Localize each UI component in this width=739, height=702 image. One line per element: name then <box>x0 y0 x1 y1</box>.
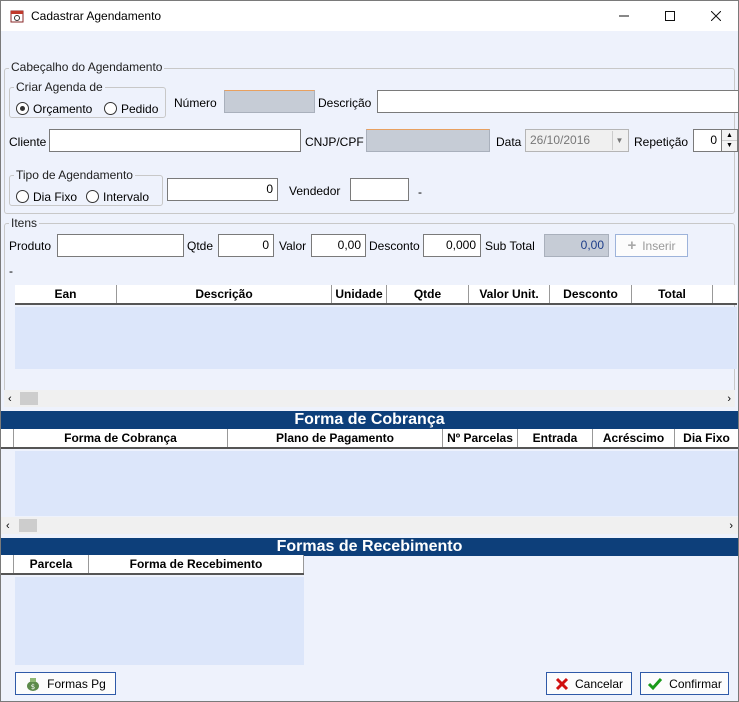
inserir-label: Inserir <box>642 238 676 253</box>
col-descricao[interactable]: Descrição <box>117 285 332 303</box>
produto-label: Produto <box>9 239 52 253</box>
cobranca-title: Forma de Cobrança <box>1 411 738 429</box>
col-dia-fixo[interactable]: Dia Fixo <box>675 429 738 447</box>
chevron-right-icon[interactable]: › <box>727 393 731 405</box>
dia-fixo-label: Dia Fixo <box>33 190 78 204</box>
valor-field[interactable]: 0,00 <box>311 234 366 257</box>
title-bar: Cadastrar Agendamento <box>1 1 738 31</box>
repeticao-spinner[interactable]: ▲ ▼ <box>722 129 738 152</box>
vendedor-label: Vendedor <box>289 184 341 198</box>
col-valor-unit[interactable]: Valor Unit. <box>469 285 550 303</box>
tipo-agendamento-label: Tipo de Agendamento <box>14 168 135 182</box>
formas-pg-button[interactable]: $ Formas Pg <box>15 672 116 695</box>
plus-icon: + <box>627 237 637 254</box>
repeticao-field[interactable]: 0 <box>693 129 722 152</box>
chevron-down-icon[interactable]: ▼ <box>612 131 626 150</box>
data-label: Data <box>496 135 522 149</box>
col-qtde[interactable]: Qtde <box>387 285 469 303</box>
col-parcelas[interactable]: Nº Parcelas <box>443 429 518 447</box>
dia-fixo-radio[interactable] <box>16 190 29 203</box>
valor-label: Valor <box>279 239 307 253</box>
cliente-field[interactable] <box>49 129 301 152</box>
col-forma-recebimento[interactable]: Forma de Recebimento <box>89 555 304 573</box>
itens-grid-body[interactable] <box>15 307 737 369</box>
qtde-label: Qtde <box>187 239 214 253</box>
client-area: Cabeçalho do Agendamento Criar Agenda de… <box>1 31 738 701</box>
chevron-right-icon[interactable]: › <box>729 520 733 532</box>
desconto-label: Desconto <box>369 239 420 253</box>
col-total[interactable]: Total <box>632 285 713 303</box>
app-window: Cadastrar Agendamento Cabeçalho do Agend… <box>0 0 739 702</box>
itens-grid-header: Ean Descrição Unidade Qtde Valor Unit. D… <box>15 285 737 305</box>
data-value: 26/10/2016 <box>530 133 591 147</box>
col-acrescimo[interactable]: Acréscimo <box>593 429 675 447</box>
cnpj-field <box>366 129 490 152</box>
app-icon <box>10 10 24 23</box>
orcamento-radio[interactable] <box>16 102 29 115</box>
col-unidade[interactable]: Unidade <box>332 285 387 303</box>
cobranca-grid-body[interactable] <box>15 451 738 516</box>
x-icon <box>555 677 569 690</box>
qtde-field[interactable]: 0 <box>218 234 274 257</box>
numero-field <box>224 90 315 113</box>
col-ean[interactable]: Ean <box>15 285 117 303</box>
inserir-button[interactable]: + Inserir <box>615 234 688 257</box>
produto-field[interactable] <box>57 234 184 257</box>
spin-down-icon[interactable]: ▼ <box>722 141 737 151</box>
formas-pg-label: Formas Pg <box>47 676 106 691</box>
itens-dash: - <box>9 264 13 278</box>
intervalo-radio[interactable] <box>86 190 99 203</box>
maximize-icon[interactable] <box>647 1 693 31</box>
check-icon <box>648 677 663 690</box>
intervalo-field[interactable]: 0 <box>167 178 278 201</box>
chevron-left-icon[interactable]: ‹ <box>6 520 10 532</box>
descricao-field[interactable] <box>377 90 738 113</box>
cobranca-scroll-thumb[interactable] <box>19 519 37 532</box>
header-group-label: Cabeçalho do Agendamento <box>9 60 165 74</box>
data-date-picker[interactable]: 26/10/2016 ▼ <box>525 129 629 152</box>
col-entrada[interactable]: Entrada <box>518 429 593 447</box>
descricao-label: Descrição <box>318 96 372 110</box>
window-title: Cadastrar Agendamento <box>31 9 162 23</box>
chevron-left-icon[interactable]: ‹ <box>8 393 12 405</box>
confirmar-button[interactable]: Confirmar <box>640 672 729 695</box>
cobranca-grid-header: Forma de Cobrança Plano de Pagamento Nº … <box>1 429 738 449</box>
close-icon[interactable] <box>693 1 738 31</box>
subtotal-field: 0,00 <box>544 234 609 257</box>
confirmar-label: Confirmar <box>669 676 722 691</box>
recebimento-title: Formas de Recebimento <box>1 538 738 556</box>
col-forma-cobranca[interactable]: Forma de Cobrança <box>14 429 228 447</box>
recebimento-indicator-col <box>1 555 14 573</box>
itens-scroll-thumb[interactable] <box>20 392 38 405</box>
svg-text:$: $ <box>31 683 35 691</box>
cancelar-button[interactable]: Cancelar <box>546 672 632 695</box>
vendedor-field[interactable] <box>350 178 409 201</box>
agenda-type-label: Criar Agenda de <box>14 80 105 94</box>
repeticao-label: Repetição <box>634 135 689 149</box>
cnpj-label: CNJP/CPF <box>305 135 364 149</box>
intervalo-label: Intervalo <box>103 190 150 204</box>
cliente-label: Cliente <box>9 135 47 149</box>
vendedor-dash: - <box>418 185 422 199</box>
col-plano-pagamento[interactable]: Plano de Pagamento <box>228 429 443 447</box>
col-desconto[interactable]: Desconto <box>550 285 632 303</box>
orcamento-label: Orçamento <box>33 102 93 116</box>
itens-scrollbar[interactable]: ‹ › <box>4 390 735 407</box>
cobranca-scrollbar[interactable]: ‹ › <box>1 517 738 534</box>
desconto-field[interactable]: 0,000 <box>423 234 481 257</box>
itens-label: Itens <box>9 216 40 230</box>
money-bag-icon: $ <box>27 677 40 691</box>
pedido-label: Pedido <box>121 102 159 116</box>
subtotal-label: Sub Total <box>485 239 535 253</box>
minimize-icon[interactable] <box>601 1 647 31</box>
recebimento-grid-header: Parcela Forma de Recebimento <box>1 555 304 575</box>
cobranca-indicator-col <box>1 429 14 447</box>
cancelar-label: Cancelar <box>574 676 624 691</box>
recebimento-grid-body[interactable] <box>15 577 304 665</box>
spin-up-icon[interactable]: ▲ <box>722 130 737 141</box>
col-parcela[interactable]: Parcela <box>14 555 89 573</box>
numero-label: Número <box>174 96 217 110</box>
pedido-radio[interactable] <box>104 102 117 115</box>
